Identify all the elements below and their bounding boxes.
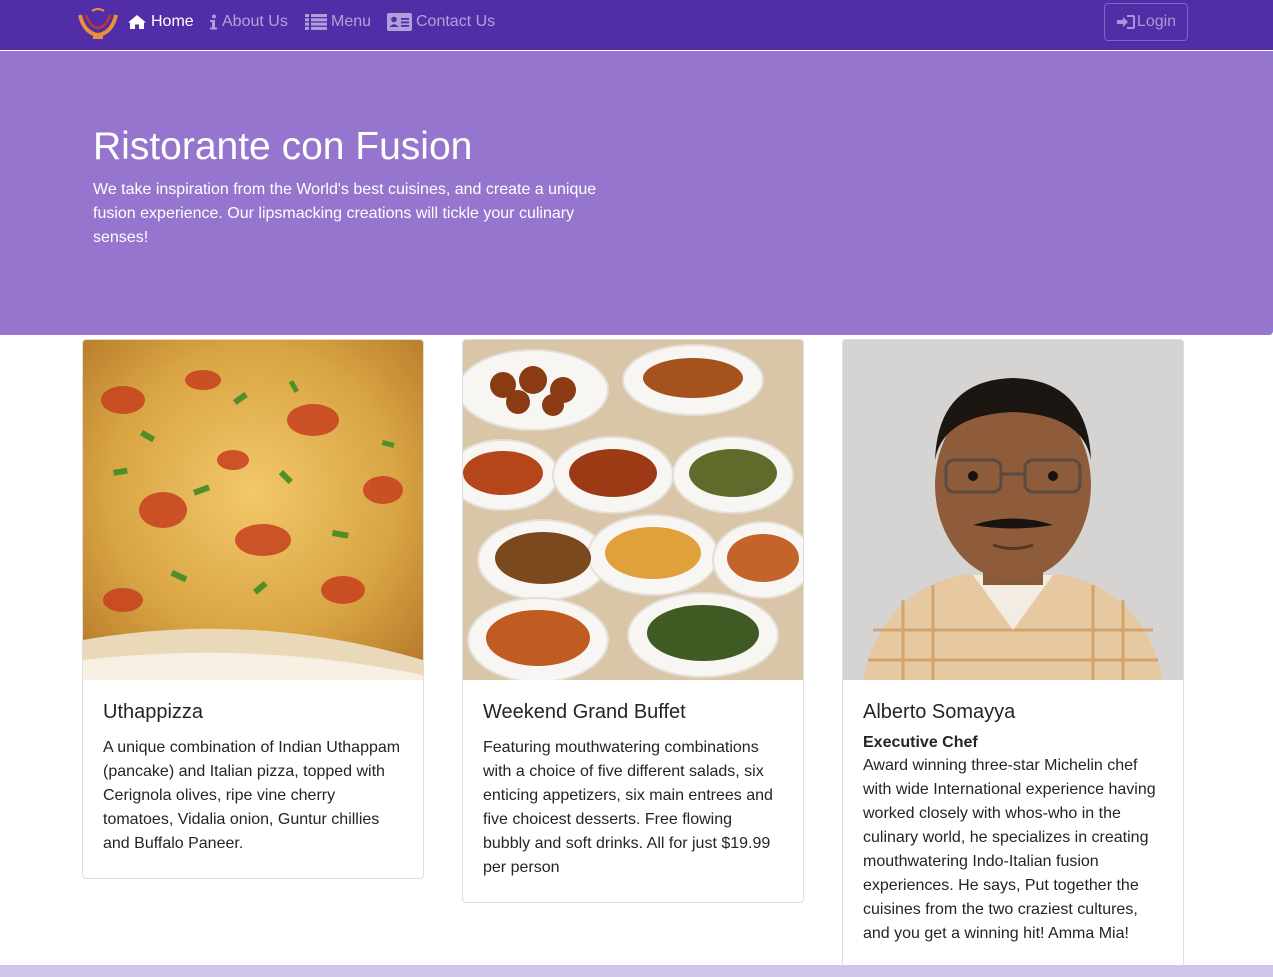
sign-in-icon <box>1116 15 1135 29</box>
promotion-card-buffet[interactable]: Weekend Grand Buffet Featuring mouthwate… <box>462 339 804 903</box>
nav-item-about[interactable]: About Us <box>209 0 288 44</box>
jumbotron-description: We take inspiration from the World's bes… <box>93 181 597 246</box>
card-subtitle: Executive Chef <box>863 734 978 751</box>
leader-card-chef[interactable]: Alberto Somayya Executive Chef Award win… <box>842 339 1184 967</box>
uthappizza-image <box>83 340 423 680</box>
nav-item-label: Menu <box>331 13 372 30</box>
buffet-image <box>463 340 803 680</box>
card-title: Uthappizza <box>103 701 204 723</box>
ristorante-logo-icon[interactable] <box>78 5 118 41</box>
nav-item-label: Home <box>151 13 194 30</box>
card-text: A unique combination of Indian Uthappam … <box>103 739 401 852</box>
dish-card-uthappizza[interactable]: Uthappizza A unique combination of India… <box>82 339 424 879</box>
card-title: Weekend Grand Buffet <box>483 701 686 723</box>
jumbotron: Ristorante con Fusion We take inspiratio… <box>0 51 1273 335</box>
nav-item-contact[interactable]: Contact Us <box>387 0 495 44</box>
login-button[interactable]: Login <box>1104 3 1188 41</box>
nav-item-label: Contact Us <box>416 13 496 30</box>
card-text: Award winning three-star Michelin chef w… <box>863 757 1156 942</box>
list-icon <box>305 14 327 30</box>
address-card-icon <box>387 13 412 31</box>
page-title: Ristorante con Fusion <box>93 125 473 168</box>
nav-item-label: About Us <box>222 13 288 30</box>
footer <box>0 965 1273 977</box>
nav-item-home[interactable]: Home <box>127 0 194 44</box>
nav-item-menu[interactable]: Menu <box>305 0 371 44</box>
login-button-label: Login <box>1136 13 1177 30</box>
card-text: Featuring mouthwatering combinations wit… <box>483 739 773 876</box>
navbar: Home About Us Menu Contact Us Login <box>0 0 1273 50</box>
home-icon <box>128 15 146 29</box>
card-title: Alberto Somayya <box>863 701 1016 723</box>
info-icon <box>210 14 217 30</box>
chef-portrait-image <box>843 340 1183 680</box>
